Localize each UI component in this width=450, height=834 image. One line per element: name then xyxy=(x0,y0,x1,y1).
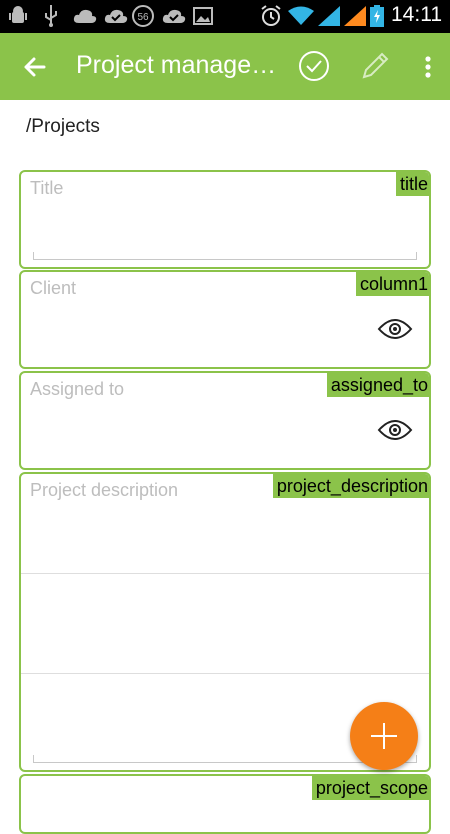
title-input[interactable]: Title xyxy=(30,178,63,199)
app-bar: Project management xyxy=(0,33,450,100)
assigned-to-field[interactable]: Assigned to assigned_to xyxy=(19,371,431,470)
field-tag: column1 xyxy=(355,272,429,296)
wifi-icon xyxy=(288,5,314,27)
plus-icon xyxy=(350,702,418,770)
signal-icon xyxy=(318,5,340,27)
field-tag: project_scope xyxy=(311,776,429,800)
android-debug-icon xyxy=(8,5,28,27)
usb-icon xyxy=(42,5,60,27)
add-button[interactable] xyxy=(350,702,418,770)
cloud-done-icon xyxy=(161,5,187,27)
cloud-upload-icon xyxy=(72,5,98,27)
line-divider xyxy=(21,673,429,674)
signal-icon xyxy=(344,5,366,27)
status-time: 14:11 xyxy=(391,3,442,26)
client-field[interactable]: Client column1 xyxy=(19,270,431,369)
alarm-icon xyxy=(260,5,282,27)
breadcrumb[interactable]: /Projects xyxy=(26,116,100,138)
client-input[interactable]: Client xyxy=(30,278,76,299)
check-circle-icon[interactable] xyxy=(297,49,331,83)
field-tag: assigned_to xyxy=(326,373,429,397)
cloud-done-icon xyxy=(103,5,129,27)
image-icon xyxy=(192,5,214,27)
assigned-to-input[interactable]: Assigned to xyxy=(30,379,124,400)
eye-icon[interactable] xyxy=(377,316,413,342)
svg-text:56: 56 xyxy=(137,12,149,23)
status-bar: 56 14:11 xyxy=(0,0,450,33)
arrow-left-icon[interactable] xyxy=(16,50,52,84)
more-vert-icon[interactable] xyxy=(418,51,438,83)
eye-icon[interactable] xyxy=(377,417,413,443)
line-divider xyxy=(21,573,429,574)
field-tag: title xyxy=(395,172,429,196)
battery-charging-icon xyxy=(370,5,384,27)
project-description-input[interactable]: Project description xyxy=(30,480,178,501)
pencil-icon[interactable] xyxy=(358,49,392,83)
field-tag: project_description xyxy=(272,474,429,498)
title-field[interactable]: Title title xyxy=(19,170,431,269)
input-underline xyxy=(33,252,417,260)
sync-badge-icon: 56 xyxy=(132,5,154,27)
project-scope-field[interactable]: project_scope xyxy=(19,774,431,834)
page-title: Project management xyxy=(76,51,286,79)
